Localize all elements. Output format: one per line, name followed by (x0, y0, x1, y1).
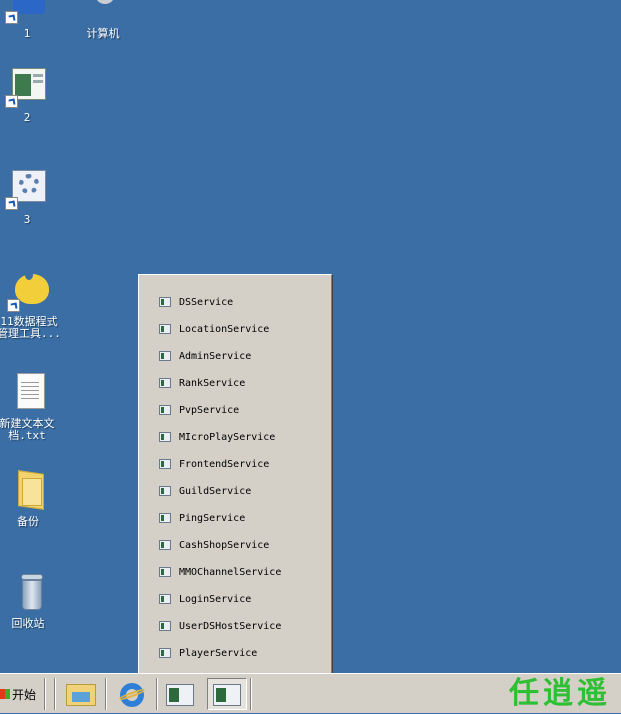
menu-item-guildservice[interactable]: GuildService (159, 482, 251, 500)
menu-item-label: DSService (179, 296, 234, 308)
menu-item-playerservice[interactable]: PlayerService (159, 644, 257, 662)
menu-item-label: MMOChannelService (179, 566, 282, 578)
start-label: 开始 (12, 687, 37, 702)
taskbar-separator (105, 678, 107, 710)
desktop: 1 计算机 2 3 11数据程式 管理工具... 新建文本文 档.txt 备份 … (0, 0, 621, 674)
gear-window-icon (5, 168, 49, 210)
desktop-icon-2[interactable]: 2 (0, 66, 62, 124)
windows-flag-icon (0, 689, 10, 699)
menu-item-label: GuildService (179, 485, 252, 497)
menu-item-label: PingService (179, 512, 246, 524)
menu-item-pvpservice[interactable]: PvpService (159, 401, 239, 419)
desktop-icon-recycle-bin[interactable]: 回收站 (0, 572, 63, 630)
taskbar-separator (44, 678, 46, 710)
service-window-taskbar-button[interactable] (160, 678, 200, 710)
menu-item-microplayservice[interactable]: MIcroPlayService (159, 428, 275, 446)
shortcut-arrow-icon (5, 95, 18, 108)
desktop-icon-label: 新建文本文 档.txt (0, 417, 55, 442)
desktop-icon-db-tool[interactable]: 11数据程式 管理工具... (0, 270, 64, 340)
recycle-bin-icon (6, 572, 50, 614)
window-icon (159, 405, 171, 415)
service-window-taskbar-button-active[interactable] (207, 678, 247, 710)
menu-item-label: UserDSHostService (179, 620, 282, 632)
app-icon (5, 0, 49, 24)
desktop-icon-label: 备份 (17, 515, 39, 528)
menu-item-label: CashShopService (179, 539, 270, 551)
desktop-icon-label: 回收站 (11, 617, 45, 630)
menu-item-label: RankService (179, 377, 246, 389)
shortcut-arrow-icon (5, 197, 18, 210)
shortcut-arrow-icon (7, 299, 20, 312)
start-button[interactable]: 开始 (0, 679, 40, 709)
menu-item-label: LocationService (179, 323, 270, 335)
window-app-icon (5, 66, 49, 108)
menu-item-loginservice[interactable]: LoginService (159, 590, 251, 608)
menu-item-label: FrontendService (179, 458, 270, 470)
window-icon (159, 540, 171, 550)
taskbar-separator (54, 678, 56, 710)
menu-item-cashshopservice[interactable]: CashShopService (159, 536, 269, 554)
menu-item-label: LoginService (179, 593, 252, 605)
folder-icon (6, 470, 50, 512)
window-icon (159, 513, 171, 523)
menu-item-label: PlayerService (179, 647, 258, 659)
window-icon (159, 351, 171, 361)
taskbar-separator (156, 678, 158, 710)
menu-item-frontendservice[interactable]: FrontendService (159, 455, 269, 473)
desktop-icon-1[interactable]: 1 (0, 0, 62, 40)
menu-item-label: PvpService (179, 404, 240, 416)
menu-item-dsservice[interactable]: DSService (159, 293, 233, 311)
window-icon (159, 648, 171, 658)
menu-item-mmochannelservice[interactable]: MMOChannelService (159, 563, 281, 581)
taskbar-separator (250, 678, 252, 710)
desktop-icon-label: 计算机 (86, 27, 120, 40)
menu-item-pingservice[interactable]: PingService (159, 509, 245, 527)
computer-icon (81, 0, 125, 24)
menu-item-label: AdminService (179, 350, 252, 362)
window-icon (159, 621, 171, 631)
desktop-icon-computer[interactable]: 计算机 (68, 0, 138, 40)
window-icon (159, 378, 171, 388)
window-icon (159, 567, 171, 577)
explorer-taskbar-button[interactable] (62, 678, 102, 710)
window-icon (159, 432, 171, 442)
service-menu: DSService LocationService AdminService R… (138, 274, 332, 674)
flower-icon (7, 270, 51, 312)
window-icon (159, 459, 171, 469)
desktop-icon-label: 11数据程式 管理工具... (0, 315, 61, 340)
desktop-icon-backup-folder[interactable]: 备份 (0, 470, 63, 528)
desktop-icon-3[interactable]: 3 (0, 168, 62, 226)
desktop-icon-new-text-file[interactable]: 新建文本文 档.txt (0, 372, 62, 442)
window-icon (159, 297, 171, 307)
desktop-icon-label: 2 (23, 111, 31, 124)
text-file-icon (5, 372, 49, 414)
window-icon (159, 594, 171, 604)
window-icon (159, 486, 171, 496)
menu-item-rankservice[interactable]: RankService (159, 374, 245, 392)
ie-taskbar-button[interactable] (112, 678, 152, 710)
desktop-icon-label: 1 (23, 27, 31, 40)
menu-item-label: MIcroPlayService (179, 431, 276, 443)
watermark-text: 任逍遥 (509, 676, 611, 711)
taskbar: 开始 任逍遥 (0, 673, 621, 713)
shortcut-arrow-icon (5, 11, 18, 24)
menu-item-userdshostservice[interactable]: UserDSHostService (159, 617, 281, 635)
window-icon (159, 324, 171, 334)
menu-item-adminservice[interactable]: AdminService (159, 347, 251, 365)
menu-item-locationservice[interactable]: LocationService (159, 320, 269, 338)
desktop-icon-label: 3 (23, 213, 31, 226)
